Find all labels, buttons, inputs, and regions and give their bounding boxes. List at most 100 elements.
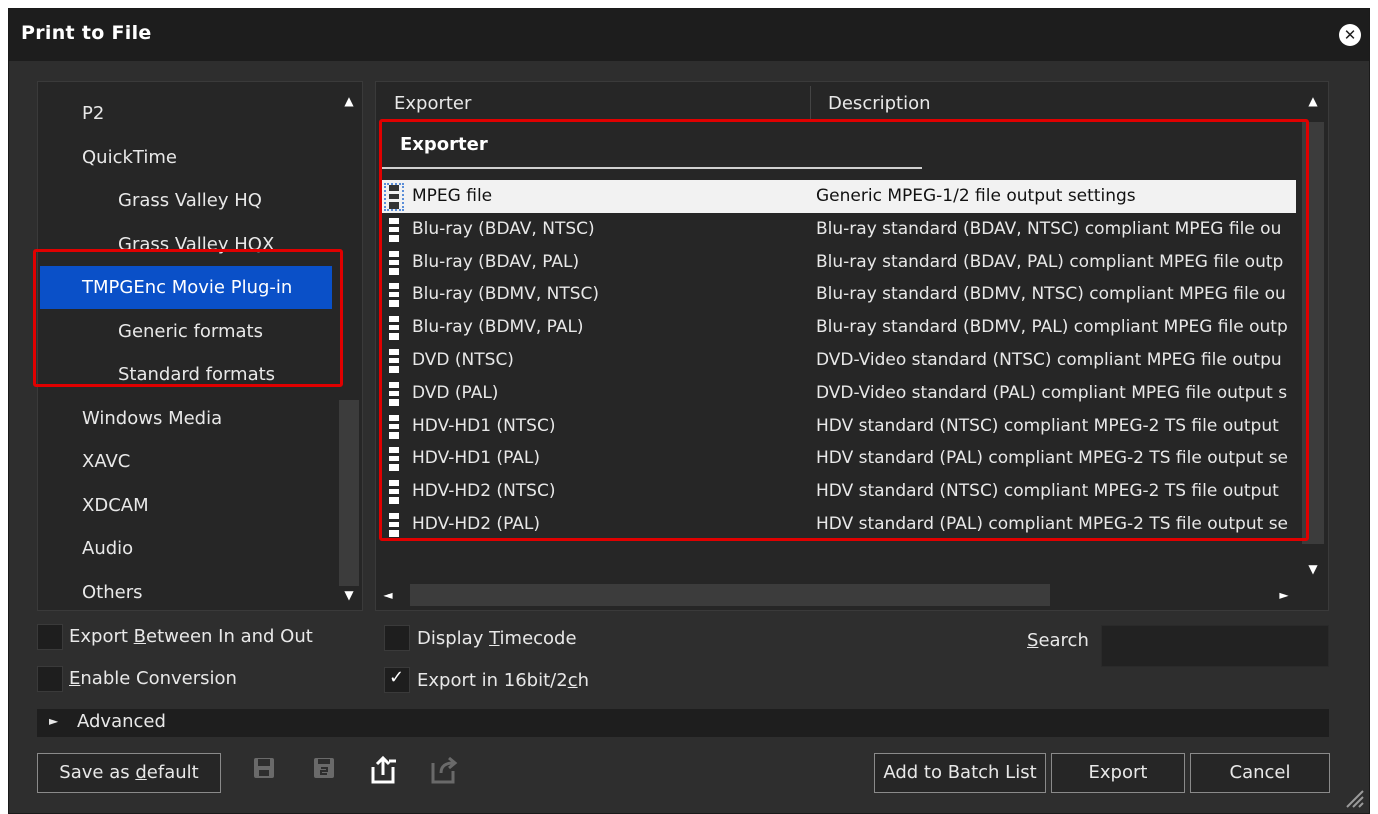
exporter-description: Blu-ray standard (BDAV, PAL) compliant M… xyxy=(816,251,1284,272)
list-vertical-thumb[interactable] xyxy=(1302,122,1324,544)
exporter-name: HDV-HD2 (NTSC) xyxy=(412,481,556,502)
table-row[interactable]: DVD (NTSC) DVD-Video standard (NTSC) comp… xyxy=(382,344,1296,377)
exporter-description: DVD-Video standard (NTSC) compliant MPEG… xyxy=(816,349,1282,370)
table-row[interactable]: HDV-HD1 (NTSC) HDV standard (NTSC) compli… xyxy=(382,410,1296,443)
exporter-description: Generic MPEG-1/2 file output settings xyxy=(816,186,1136,206)
enable-conversion-label: Enable Conversion xyxy=(69,668,237,689)
resize-grip-icon[interactable] xyxy=(1341,785,1365,809)
film-icon xyxy=(386,480,402,505)
save-as-default-button[interactable]: Save as default xyxy=(37,753,221,793)
list-horizontal-scrollbar[interactable]: ◄ ► xyxy=(376,580,1300,610)
expand-triangle-icon: ► xyxy=(49,714,59,728)
film-icon xyxy=(384,183,404,211)
exporter-description: HDV standard (NTSC) compliant MPEG-2 TS … xyxy=(816,481,1279,502)
add-to-batch-list-button[interactable]: Add to Batch List xyxy=(874,753,1046,793)
list-header: Exporter Description xyxy=(376,82,1300,122)
title-bar: Print to File ✕ xyxy=(9,9,1369,61)
display-timecode-checkbox[interactable] xyxy=(384,625,410,651)
tree-item-windows-media[interactable]: Windows Media xyxy=(40,397,332,440)
search-label: Search xyxy=(1027,630,1089,651)
exporter-name: HDV-HD2 (PAL) xyxy=(412,513,540,534)
tree-item-grass-valley-hqx[interactable]: Grass Valley HQX xyxy=(40,223,332,266)
exporter-name: DVD (PAL) xyxy=(412,382,499,403)
table-row[interactable]: HDV-HD1 (PAL) HDV standard (PAL) complian… xyxy=(382,442,1296,475)
cancel-button[interactable]: Cancel xyxy=(1190,753,1330,793)
film-icon xyxy=(386,348,402,373)
tree-item-xavc[interactable]: XAVC xyxy=(40,440,332,483)
scroll-down-icon[interactable]: ▼ xyxy=(1300,562,1326,576)
tree-item-audio[interactable]: Audio xyxy=(40,527,332,570)
exporter-name: Blu-ray (BDAV, NTSC) xyxy=(412,218,595,239)
table-row[interactable]: Blu-ray (BDMV, PAL) Blu-ray standard (BDM… xyxy=(382,311,1296,344)
scroll-left-icon[interactable]: ◄ xyxy=(378,588,398,602)
film-icon xyxy=(386,447,402,472)
export-preset-icon[interactable] xyxy=(427,755,461,789)
export-between-label: Export Between In and Out xyxy=(69,626,313,647)
close-icon[interactable]: ✕ xyxy=(1339,24,1361,46)
exporter-description: Blu-ray standard (BDMV, PAL) compliant M… xyxy=(816,317,1288,338)
tree-item-grass-valley-hq[interactable]: Grass Valley HQ xyxy=(40,179,332,222)
exporter-name: Blu-ray (BDAV, PAL) xyxy=(412,251,580,272)
tree-item-standard-formats[interactable]: Standard formats xyxy=(40,353,332,396)
tree-scrollbar[interactable]: ▲ ▼ xyxy=(336,82,362,610)
tree-item-p2[interactable]: P2 xyxy=(40,92,332,135)
export-between-checkbox[interactable] xyxy=(37,624,63,650)
tree-item-xdcam[interactable]: XDCAM xyxy=(40,484,332,527)
list-vertical-scrollbar[interactable]: ▲ ▼ xyxy=(1298,82,1328,610)
scroll-down-icon[interactable]: ▼ xyxy=(336,588,362,602)
tree-item-quicktime[interactable]: QuickTime xyxy=(40,136,332,179)
tree-item-tmpgenc-movie-plug-in[interactable]: TMPGEnc Movie Plug-in xyxy=(40,266,332,309)
exporter-name: HDV-HD1 (PAL) xyxy=(412,448,540,469)
column-separator[interactable] xyxy=(810,86,811,120)
column-header-description[interactable]: Description xyxy=(828,82,931,122)
group-header: Exporter xyxy=(400,134,488,155)
scroll-right-icon[interactable]: ► xyxy=(1274,588,1294,602)
export-16bit-label: Export in 16bit/2ch xyxy=(417,670,590,691)
save-as-icon[interactable] xyxy=(307,755,341,789)
format-tree: P2 QuickTime Grass Valley HQ Grass Valley H… xyxy=(37,81,363,611)
exporter-name: MPEG file xyxy=(412,186,493,206)
film-icon xyxy=(386,381,402,406)
import-preset-icon[interactable] xyxy=(367,755,401,789)
table-row[interactable]: Blu-ray (BDMV, NTSC) Blu-ray standard (BD… xyxy=(382,278,1296,311)
tree-scroll-thumb[interactable] xyxy=(339,400,359,586)
table-row[interactable]: Blu-ray (BDAV, NTSC) Blu-ray standard (BD… xyxy=(382,213,1296,246)
table-row[interactable]: HDV-HD2 (PAL) HDV standard (PAL) complian… xyxy=(382,508,1296,541)
film-icon xyxy=(386,217,402,242)
print-to-file-dialog: Print to File ✕ P2 QuickTime Grass Valley … xyxy=(8,8,1370,814)
table-row[interactable]: DVD (PAL) DVD-Video standard (PAL) compli… xyxy=(382,377,1296,410)
export-16bit-checkbox[interactable] xyxy=(384,667,410,693)
exporter-description: HDV standard (NTSC) compliant MPEG-2 TS … xyxy=(816,415,1279,436)
film-icon xyxy=(386,283,402,308)
table-row[interactable]: HDV-HD2 (NTSC) HDV standard (NTSC) compli… xyxy=(382,475,1296,508)
tree-item-generic-formats[interactable]: Generic formats xyxy=(40,310,332,353)
search-input[interactable] xyxy=(1101,625,1329,667)
film-icon xyxy=(386,250,402,275)
scroll-up-icon[interactable]: ▲ xyxy=(336,94,362,108)
exporter-name: DVD (NTSC) xyxy=(412,349,514,370)
column-header-exporter[interactable]: Exporter xyxy=(394,82,471,122)
enable-conversion-checkbox[interactable] xyxy=(37,666,63,692)
exporter-description: HDV standard (PAL) compliant MPEG-2 TS f… xyxy=(816,448,1289,469)
export-button[interactable]: Export xyxy=(1051,753,1185,793)
film-icon xyxy=(386,512,402,537)
list-horizontal-thumb[interactable] xyxy=(410,584,1050,606)
table-row[interactable]: MPEG file Generic MPEG-1/2 file output se… xyxy=(382,180,1296,213)
group-divider xyxy=(382,167,922,169)
exporter-name: Blu-ray (BDMV, PAL) xyxy=(412,317,584,338)
tree-item-others[interactable]: Others xyxy=(40,571,332,611)
exporter-name: Blu-ray (BDMV, NTSC) xyxy=(412,284,600,305)
table-row[interactable]: Blu-ray (BDAV, PAL) Blu-ray standard (BDA… xyxy=(382,246,1296,279)
scroll-up-icon[interactable]: ▲ xyxy=(1300,94,1326,108)
advanced-label: Advanced xyxy=(77,711,166,732)
exporter-description: DVD-Video standard (PAL) compliant MPEG … xyxy=(816,382,1288,403)
dialog-title: Print to File xyxy=(21,22,152,44)
advanced-expander[interactable]: ► Advanced xyxy=(37,709,1329,737)
save-icon[interactable] xyxy=(247,755,281,789)
display-timecode-label: Display Timecode xyxy=(417,628,577,649)
exporter-name: HDV-HD1 (NTSC) xyxy=(412,415,556,436)
film-icon xyxy=(386,414,402,439)
exporter-description: HDV standard (PAL) compliant MPEG-2 TS f… xyxy=(816,513,1289,534)
film-icon xyxy=(386,316,402,341)
exporter-list: Exporter Description Exporter MPEG file G… xyxy=(375,81,1329,611)
